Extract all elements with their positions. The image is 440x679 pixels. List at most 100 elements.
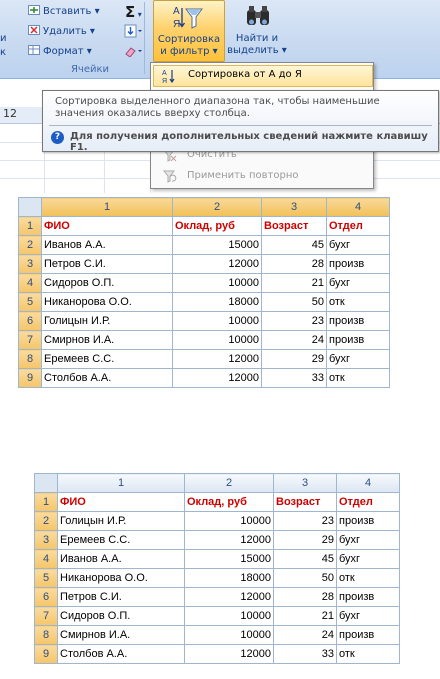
row-number[interactable]: 9: [18, 368, 42, 388]
cell-dept[interactable]: произв: [336, 587, 400, 607]
cell-dept[interactable]: бухг: [336, 549, 400, 569]
find-select-button[interactable]: Найти и выделить ▾: [227, 0, 287, 60]
column-header[interactable]: 2: [184, 473, 274, 493]
cell-age[interactable]: 29: [273, 530, 337, 550]
row-number[interactable]: 8: [18, 349, 42, 369]
cell-name[interactable]: Столбов А.А.: [57, 644, 185, 664]
row-number[interactable]: 7: [34, 606, 58, 626]
row-number[interactable]: 3: [34, 530, 58, 550]
row-number[interactable]: 6: [34, 587, 58, 607]
cell-salary[interactable]: 15000: [172, 235, 262, 255]
header-cell-name[interactable]: ФИО: [57, 492, 185, 512]
corner-cell[interactable]: [18, 197, 42, 217]
column-header[interactable]: 3: [261, 197, 327, 217]
menu-item-reapply[interactable]: Применить повторно: [153, 166, 371, 186]
cell-age[interactable]: 45: [261, 235, 327, 255]
cell-age[interactable]: 29: [261, 349, 327, 369]
fill-button[interactable]: [124, 24, 142, 41]
header-cell-name[interactable]: ФИО: [41, 216, 173, 236]
column-header[interactable]: 3: [273, 473, 337, 493]
row-number[interactable]: 4: [34, 549, 58, 569]
header-cell-dept[interactable]: Отдел: [336, 492, 400, 512]
cell-dept[interactable]: бухг: [336, 530, 400, 550]
row-number[interactable]: 6: [18, 311, 42, 331]
row-number[interactable]: 9: [34, 644, 58, 664]
cell-age[interactable]: 28: [261, 254, 327, 274]
row-number[interactable]: 1: [18, 216, 42, 236]
cell-dept[interactable]: бухг: [326, 349, 390, 369]
cell-salary[interactable]: 10000: [184, 625, 274, 645]
cell-dept[interactable]: бухг: [336, 606, 400, 626]
cell-age[interactable]: 33: [261, 368, 327, 388]
column-header[interactable]: 1: [57, 473, 185, 493]
cell-age[interactable]: 21: [273, 606, 337, 626]
cell-name[interactable]: Еремеев С.С.: [57, 530, 185, 550]
cell-name[interactable]: Еремеев С.С.: [41, 349, 173, 369]
cell-age[interactable]: 28: [273, 587, 337, 607]
cell-name[interactable]: Столбов А.А.: [41, 368, 173, 388]
cell-dept[interactable]: отк: [326, 292, 390, 312]
cell-dept[interactable]: отк: [336, 568, 400, 588]
column-header[interactable]: 2: [172, 197, 262, 217]
cell-name[interactable]: Иванов А.А.: [41, 235, 173, 255]
header-cell-salary[interactable]: Оклад, руб: [172, 216, 262, 236]
cell-salary[interactable]: 10000: [184, 511, 274, 531]
cell-age[interactable]: 24: [261, 330, 327, 350]
row-number[interactable]: 2: [18, 235, 42, 255]
delete-button[interactable]: Удалить ▾: [28, 25, 95, 37]
cell-age[interactable]: 24: [273, 625, 337, 645]
cell-dept[interactable]: произв: [326, 311, 390, 331]
row-number[interactable]: 4: [18, 273, 42, 293]
cell-salary[interactable]: 10000: [172, 311, 262, 331]
row-number[interactable]: 1: [34, 492, 58, 512]
cell-dept[interactable]: произв: [336, 625, 400, 645]
cell-salary[interactable]: 12000: [172, 368, 262, 388]
cell-age[interactable]: 23: [261, 311, 327, 331]
cell-name[interactable]: Смирнов И.А.: [57, 625, 185, 645]
cell-name[interactable]: Петров С.И.: [57, 587, 185, 607]
cell-name[interactable]: Никанорова О.О.: [41, 292, 173, 312]
cell-salary[interactable]: 18000: [184, 568, 274, 588]
format-button[interactable]: Формат ▾: [28, 45, 92, 57]
cell-salary[interactable]: 12000: [184, 587, 274, 607]
cell-salary[interactable]: 10000: [172, 273, 262, 293]
cell-name[interactable]: Голицын И.Р.: [41, 311, 173, 331]
row-number[interactable]: 7: [18, 330, 42, 350]
cell-age[interactable]: 50: [273, 568, 337, 588]
autosum-button[interactable]: Σ ▾: [125, 3, 142, 21]
insert-button[interactable]: Вставить ▾: [28, 5, 100, 17]
cell-name[interactable]: Иванов А.А.: [57, 549, 185, 569]
cell-salary[interactable]: 12000: [172, 254, 262, 274]
header-cell-salary[interactable]: Оклад, руб: [184, 492, 274, 512]
cell-age[interactable]: 21: [261, 273, 327, 293]
header-cell-age[interactable]: Возраст: [273, 492, 337, 512]
cell-salary[interactable]: 15000: [184, 549, 274, 569]
cell-dept[interactable]: произв: [326, 254, 390, 274]
corner-cell[interactable]: [34, 473, 58, 493]
cell-dept[interactable]: произв: [326, 330, 390, 350]
cell-age[interactable]: 33: [273, 644, 337, 664]
row-number[interactable]: 8: [34, 625, 58, 645]
cell-name[interactable]: Сидоров О.П.: [57, 606, 185, 626]
cell-salary[interactable]: 10000: [172, 330, 262, 350]
cell-salary[interactable]: 18000: [172, 292, 262, 312]
cell-name[interactable]: Никанорова О.О.: [57, 568, 185, 588]
cell-salary[interactable]: 10000: [184, 606, 274, 626]
cell-name[interactable]: Смирнов И.А.: [41, 330, 173, 350]
cell-age[interactable]: 50: [261, 292, 327, 312]
cell-age[interactable]: 45: [273, 549, 337, 569]
cell-dept[interactable]: отк: [336, 644, 400, 664]
column-header[interactable]: 4: [336, 473, 400, 493]
row-number[interactable]: 5: [34, 568, 58, 588]
cell-name[interactable]: Сидоров О.П.: [41, 273, 173, 293]
cell-salary[interactable]: 12000: [172, 349, 262, 369]
row-number[interactable]: 3: [18, 254, 42, 274]
column-header[interactable]: 4: [326, 197, 390, 217]
cell-dept[interactable]: бухг: [326, 273, 390, 293]
menu-item-sort-az[interactable]: AЯ Сортировка от А до Я: [153, 65, 373, 87]
sort-filter-button[interactable]: A Я Сортировка и фильтр ▾: [153, 0, 225, 62]
header-cell-dept[interactable]: Отдел: [326, 216, 390, 236]
row-number[interactable]: 2: [34, 511, 58, 531]
cell-salary[interactable]: 12000: [184, 644, 274, 664]
cell-age[interactable]: 23: [273, 511, 337, 531]
